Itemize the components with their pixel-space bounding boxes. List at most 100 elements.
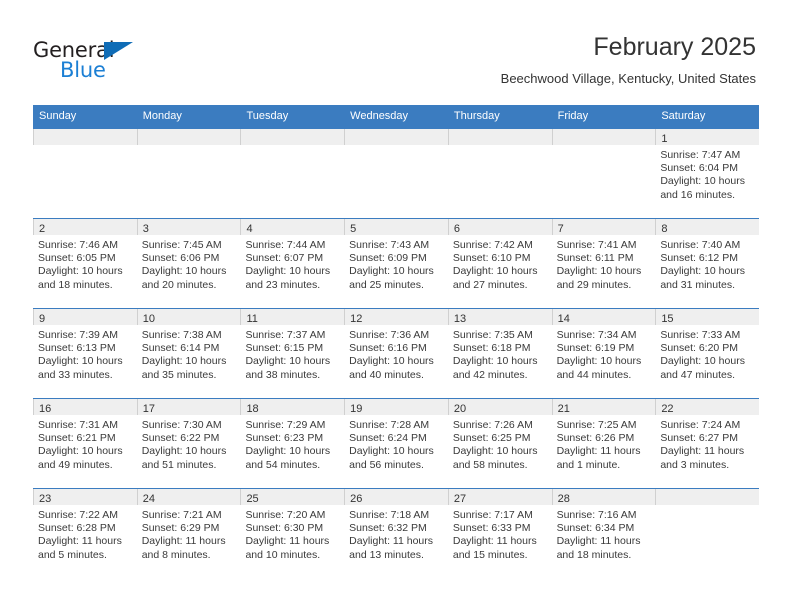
day-cell[interactable]: 20 Sunrise: 7:26 AM Sunset: 6:25 PM Dayl…: [447, 399, 552, 488]
sunset-line: Sunset: 6:24 PM: [349, 432, 427, 445]
sunrise-line: Sunrise: 7:16 AM: [556, 509, 637, 521]
daylight-line-1: Daylight: 10 hours: [141, 265, 227, 278]
day-cell[interactable]: 6 Sunrise: 7:42 AM Sunset: 6:10 PM Dayli…: [447, 219, 552, 308]
daylight-line-2: and 23 minutes.: [245, 278, 321, 291]
daylight-line-2: and 8 minutes.: [141, 548, 211, 561]
daylight-line-2: and 16 minutes.: [660, 188, 736, 201]
day-details: Sunrise: 7:35 AM Sunset: 6:18 PM Dayligh…: [448, 325, 552, 382]
day-cell[interactable]: 14 Sunrise: 7:34 AM Sunset: 6:19 PM Dayl…: [551, 309, 656, 398]
day-number: 4: [246, 223, 253, 235]
day-cell[interactable]: 8 Sunrise: 7:40 AM Sunset: 6:12 PM Dayli…: [655, 219, 760, 308]
day-cell[interactable]: 23 Sunrise: 7:22 AM Sunset: 6:28 PM Dayl…: [33, 489, 137, 578]
day-details: Sunrise: 7:40 AM Sunset: 6:12 PM Dayligh…: [655, 235, 759, 292]
day-cell[interactable]: 28 Sunrise: 7:16 AM Sunset: 6:34 PM Dayl…: [551, 489, 656, 578]
day-details: Sunrise: 7:25 AM Sunset: 6:26 PM Dayligh…: [552, 415, 656, 472]
day-cell[interactable]: 13 Sunrise: 7:35 AM Sunset: 6:18 PM Dayl…: [447, 309, 552, 398]
day-number-band: 8: [655, 219, 760, 235]
day-details: Sunrise: 7:17 AM Sunset: 6:33 PM Dayligh…: [448, 505, 552, 562]
day-number-band: [240, 129, 345, 145]
sunrise-line: Sunrise: 7:22 AM: [38, 509, 118, 521]
day-number-band: 24: [136, 489, 241, 505]
day-details: Sunrise: 7:37 AM Sunset: 6:15 PM Dayligh…: [240, 325, 344, 382]
day-number-band: [33, 129, 137, 145]
day-number-band: 6: [447, 219, 552, 235]
day-details: Sunrise: 7:29 AM Sunset: 6:23 PM Dayligh…: [240, 415, 344, 472]
day-number: 27: [453, 493, 467, 505]
daylight-line-1: Daylight: 11 hours: [452, 535, 537, 548]
day-number-band: [136, 129, 241, 145]
sunset-line: Sunset: 6:12 PM: [660, 252, 738, 265]
daylight-line-2: and 13 minutes.: [349, 548, 424, 561]
day-cell[interactable]: 7 Sunrise: 7:41 AM Sunset: 6:11 PM Dayli…: [551, 219, 656, 308]
day-cell[interactable]: 11 Sunrise: 7:37 AM Sunset: 6:15 PM Dayl…: [240, 309, 345, 398]
day-details: Sunrise: 7:45 AM Sunset: 6:06 PM Dayligh…: [137, 235, 241, 292]
day-cell[interactable]: 27 Sunrise: 7:17 AM Sunset: 6:33 PM Dayl…: [447, 489, 552, 578]
daylight-line-2: and 38 minutes.: [245, 368, 321, 381]
day-details: Sunrise: 7:16 AM Sunset: 6:34 PM Dayligh…: [552, 505, 656, 562]
day-cell[interactable]: 25 Sunrise: 7:20 AM Sunset: 6:30 PM Dayl…: [240, 489, 345, 578]
weekday-header-thursday: Thursday: [453, 110, 500, 122]
day-number: 17: [142, 403, 155, 415]
day-number-band: 1: [655, 129, 760, 145]
sunset-line: Sunset: 6:22 PM: [141, 432, 220, 445]
daylight-line-1: Daylight: 11 hours: [349, 535, 434, 548]
day-cell[interactable]: 18 Sunrise: 7:29 AM Sunset: 6:23 PM Dayl…: [240, 399, 345, 488]
daylight-line-1: Daylight: 11 hours: [556, 535, 641, 548]
day-cell[interactable]: 1 Sunrise: 7:47 AM Sunset: 6:04 PM Dayli…: [655, 129, 760, 218]
day-cell[interactable]: 2 Sunrise: 7:46 AM Sunset: 6:05 PM Dayli…: [33, 219, 137, 308]
daylight-line-2: and 3 minutes.: [660, 458, 730, 471]
day-number: 21: [557, 403, 570, 415]
day-cell[interactable]: 16 Sunrise: 7:31 AM Sunset: 6:21 PM Dayl…: [33, 399, 137, 488]
daylight-line-1: Daylight: 10 hours: [245, 355, 331, 368]
day-details: Sunrise: 7:42 AM Sunset: 6:10 PM Dayligh…: [448, 235, 552, 292]
daylight-line-1: Daylight: 10 hours: [556, 265, 642, 278]
day-cell[interactable]: 9 Sunrise: 7:39 AM Sunset: 6:13 PM Dayli…: [33, 309, 137, 398]
day-cell[interactable]: [136, 129, 241, 218]
day-number: 2: [39, 223, 46, 235]
day-number-band: 23: [33, 489, 137, 505]
day-cell[interactable]: 22 Sunrise: 7:24 AM Sunset: 6:27 PM Dayl…: [655, 399, 760, 488]
daylight-line-2: and 44 minutes.: [556, 368, 632, 381]
day-number-band: 13: [447, 309, 552, 325]
day-cell[interactable]: 4 Sunrise: 7:44 AM Sunset: 6:07 PM Dayli…: [240, 219, 345, 308]
daylight-line-2: and 25 minutes.: [349, 278, 424, 291]
day-cell[interactable]: [655, 489, 760, 578]
day-cell[interactable]: [33, 129, 137, 218]
day-number-band: 26: [344, 489, 448, 505]
day-cell[interactable]: 10 Sunrise: 7:38 AM Sunset: 6:14 PM Dayl…: [136, 309, 241, 398]
day-number-band: [551, 129, 656, 145]
sunset-line: Sunset: 6:32 PM: [349, 522, 427, 535]
daylight-line-1: Daylight: 10 hours: [38, 265, 123, 278]
sunset-line: Sunset: 6:16 PM: [349, 342, 427, 355]
day-cell[interactable]: [551, 129, 656, 218]
day-number-band: 21: [551, 399, 656, 415]
weekday-header-monday: Monday: [142, 110, 182, 122]
day-cell[interactable]: 15 Sunrise: 7:33 AM Sunset: 6:20 PM Dayl…: [655, 309, 760, 398]
day-cell[interactable]: 5 Sunrise: 7:43 AM Sunset: 6:09 PM Dayli…: [344, 219, 448, 308]
day-number: 19: [350, 403, 363, 415]
sunrise-line: Sunrise: 7:36 AM: [349, 329, 430, 341]
day-cell[interactable]: 21 Sunrise: 7:25 AM Sunset: 6:26 PM Dayl…: [551, 399, 656, 488]
day-cell[interactable]: 12 Sunrise: 7:36 AM Sunset: 6:16 PM Dayl…: [344, 309, 448, 398]
daylight-line-1: Daylight: 10 hours: [349, 355, 434, 368]
sunset-line: Sunset: 6:20 PM: [660, 342, 738, 355]
day-number-band: 12: [344, 309, 448, 325]
day-cell[interactable]: 26 Sunrise: 7:18 AM Sunset: 6:32 PM Dayl…: [344, 489, 448, 578]
sunset-line: Sunset: 6:29 PM: [141, 522, 220, 535]
day-cell[interactable]: 3 Sunrise: 7:45 AM Sunset: 6:06 PM Dayli…: [136, 219, 241, 308]
day-number-band: 10: [136, 309, 241, 325]
day-cell[interactable]: 24 Sunrise: 7:21 AM Sunset: 6:29 PM Dayl…: [136, 489, 241, 578]
daylight-line-1: Daylight: 11 hours: [245, 535, 330, 548]
sunrise-line: Sunrise: 7:37 AM: [245, 329, 326, 341]
sunrise-line: Sunrise: 7:38 AM: [141, 329, 222, 341]
sunrise-line: Sunrise: 7:30 AM: [141, 419, 222, 431]
day-cell[interactable]: 17 Sunrise: 7:30 AM Sunset: 6:22 PM Dayl…: [136, 399, 241, 488]
daylight-line-1: Daylight: 10 hours: [660, 175, 745, 188]
general-blue-logo[interactable]: General Blue: [33, 40, 173, 84]
day-cell[interactable]: [344, 129, 448, 218]
day-cell[interactable]: [447, 129, 552, 218]
day-cell[interactable]: [240, 129, 345, 218]
day-number-band: 14: [551, 309, 656, 325]
day-details: Sunrise: 7:18 AM Sunset: 6:32 PM Dayligh…: [344, 505, 448, 562]
day-cell[interactable]: 19 Sunrise: 7:28 AM Sunset: 6:24 PM Dayl…: [344, 399, 448, 488]
